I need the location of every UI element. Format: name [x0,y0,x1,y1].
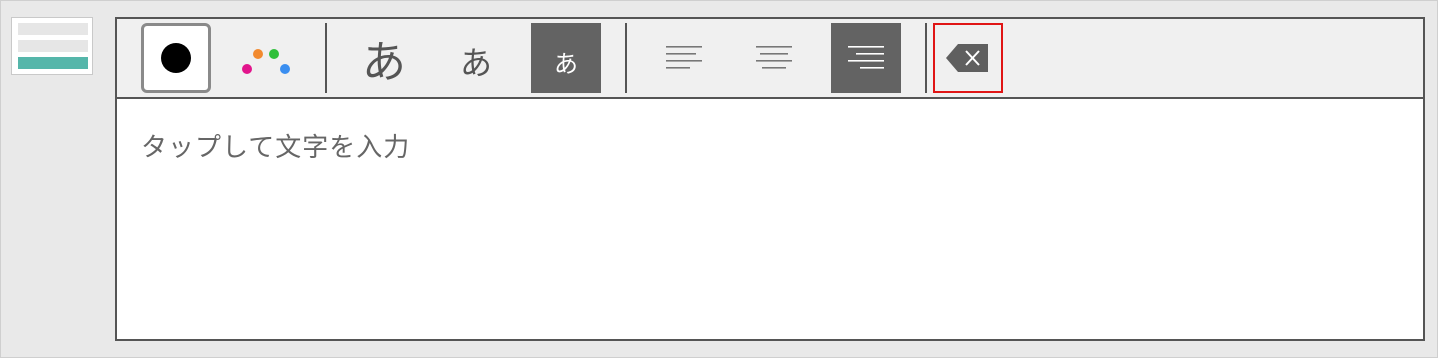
color-black-button[interactable] [141,23,211,93]
toolbar-separator [925,23,927,93]
thumbnail-bar [18,23,88,35]
toolbar-separator [325,23,327,93]
size-medium-button[interactable]: あ [441,23,511,93]
size-small-label: あ [554,49,578,78]
thumbnail-bar [18,40,88,52]
align-center-button[interactable] [739,23,809,93]
text-layout-thumbnail-icon[interactable] [11,17,93,75]
text-tool-frame: あ あ あ タップして文字を入力 [0,0,1438,358]
multicolor-dots-icon [242,49,290,74]
backspace-button[interactable] [933,23,1003,93]
align-right-icon [848,46,884,69]
thumbnail-accent-bar [18,57,88,69]
black-dot-icon [161,43,191,73]
size-medium-label: あ [459,44,492,82]
size-small-button[interactable]: あ [531,23,601,93]
align-left-button[interactable] [649,23,719,93]
text-editor-panel: あ あ あ タップして文字を入力 [115,17,1425,341]
size-large-label: あ [362,37,406,88]
size-large-button[interactable]: あ [349,23,419,93]
align-center-icon [756,46,792,69]
align-right-button[interactable] [831,23,901,93]
text-toolbar: あ あ あ [117,19,1423,99]
text-input-placeholder: タップして文字を入力 [141,133,411,163]
align-left-icon [666,46,702,69]
text-input-area[interactable]: タップして文字を入力 [117,99,1423,339]
backspace-icon [946,44,988,72]
toolbar-separator [625,23,627,93]
color-multi-button[interactable] [231,23,301,93]
